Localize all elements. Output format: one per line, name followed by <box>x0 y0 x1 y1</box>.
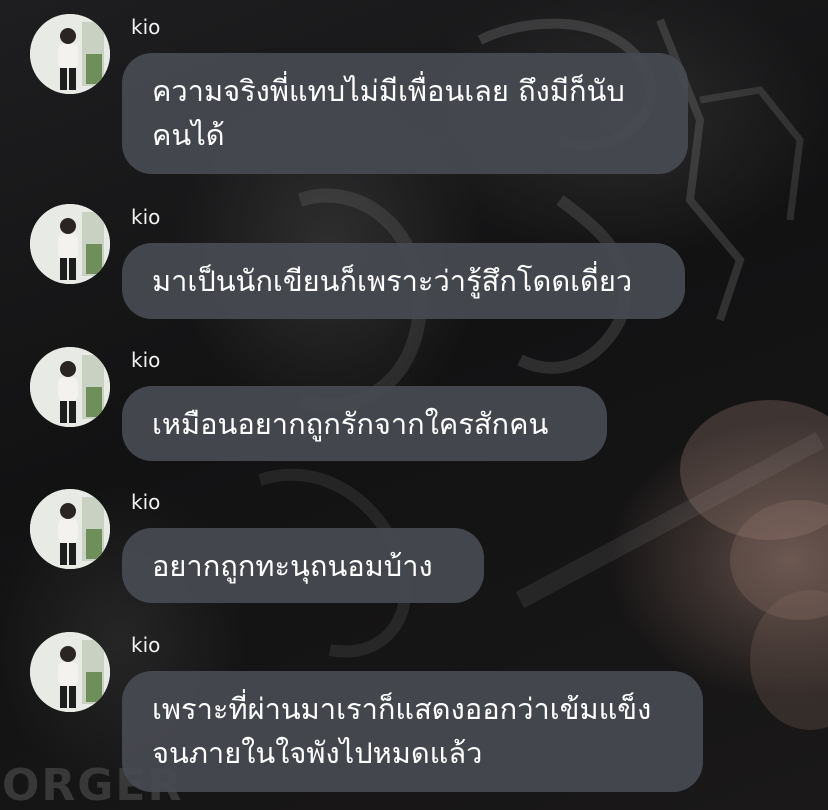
message-username: kio <box>131 205 161 229</box>
message-username: kio <box>131 348 161 372</box>
avatar-photo-icon <box>30 14 110 94</box>
message-text: เหมือนอยากถูกรักจากใครสักคน <box>152 407 549 441</box>
avatar[interactable] <box>30 347 110 427</box>
message-bubble: มาเป็นนักเขียนก็เพราะว่ารู้สึกโดดเดี่ยว <box>122 243 685 319</box>
avatar[interactable] <box>30 489 110 569</box>
message-bubble: อยากถูกทะนุถนอมบ้าง <box>122 528 484 603</box>
message-bubble: เหมือนอยากถูกรักจากใครสักคน <box>122 386 607 461</box>
message-bubble: ความจริงพี่แทบไม่มีเพื่อนเลย ถึงมีก็นับ … <box>122 53 688 174</box>
avatar[interactable] <box>30 204 110 284</box>
avatar[interactable] <box>30 632 110 712</box>
message-username: kio <box>131 633 161 657</box>
avatar-photo-icon <box>30 632 110 712</box>
message-text: เพราะที่ผ่านมาเราก็แสดงออกว่าเข้มแข็ง <box>152 692 652 726</box>
message-username: kio <box>131 490 161 514</box>
message-username: kio <box>131 15 161 39</box>
message-text: ความจริงพี่แทบไม่มีเพื่อนเลย ถึงมีก็นับ <box>152 74 625 108</box>
message-text: มาเป็นนักเขียนก็เพราะว่ารู้สึกโดดเดี่ยว <box>152 264 633 298</box>
avatar-photo-icon <box>30 347 110 427</box>
avatar-photo-icon <box>30 489 110 569</box>
message-text: จนภายในใจพังไปหมดแล้ว <box>152 736 483 770</box>
avatar[interactable] <box>30 14 110 94</box>
message-text: คนได้ <box>152 118 225 152</box>
message-bubble: เพราะที่ผ่านมาเราก็แสดงออกว่าเข้มแข็ง จน… <box>122 671 703 792</box>
message-text: อยากถูกทะนุถนอมบ้าง <box>152 549 433 583</box>
avatar-photo-icon <box>30 204 110 284</box>
